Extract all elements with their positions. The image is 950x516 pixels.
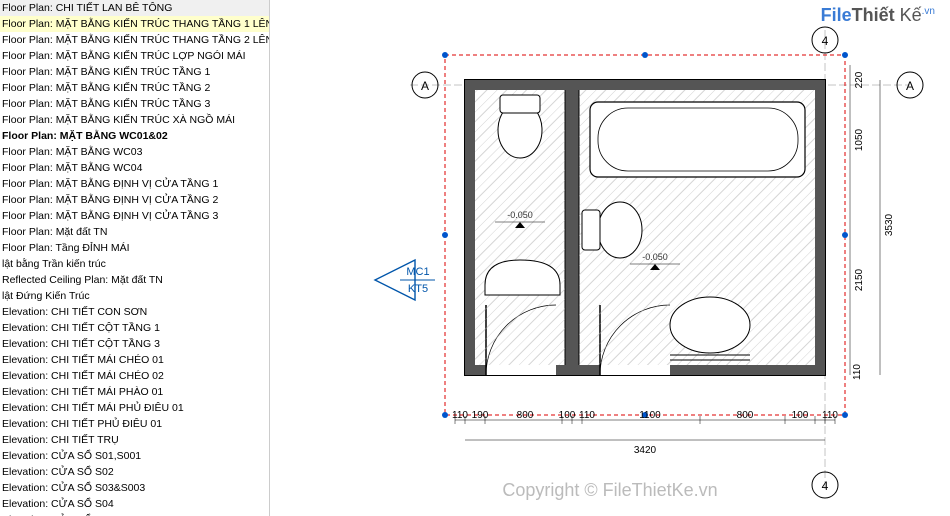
tree-item-32[interactable]: Elevation: CỬA SỔ S05 (0, 512, 269, 516)
tree-item-27[interactable]: Elevation: CHI TIẾT TRỤ (0, 432, 269, 448)
tree-item-20[interactable]: Elevation: CHI TIẾT CỘT TẦNG 1 (0, 320, 269, 336)
tree-item-31[interactable]: Elevation: CỬA SỔ S04 (0, 496, 269, 512)
project-browser[interactable]: Floor Plan: CHI TIẾT LAN BÊ TÔNGFloor Pl… (0, 0, 270, 516)
drawing-canvas[interactable]: FileThiết Kế.vn A A 4 4 (270, 0, 950, 516)
svg-text:110: 110 (852, 364, 863, 380)
tree-item-26[interactable]: Elevation: CHI TIẾT PHỦ ĐIÊU 01 (0, 416, 269, 432)
tree-item-29[interactable]: Elevation: CỬA SỔ S02 (0, 464, 269, 480)
tree-item-30[interactable]: Elevation: CỬA SỔ S03&S003 (0, 480, 269, 496)
svg-text:100: 100 (559, 410, 576, 421)
svg-text:190: 190 (472, 410, 489, 421)
svg-text:2150: 2150 (854, 268, 865, 291)
tree-item-19[interactable]: Elevation: CHI TIẾT CON SƠN (0, 304, 269, 320)
tree-item-23[interactable]: Elevation: CHI TIẾT MÁI CHÉO 02 (0, 368, 269, 384)
tree-item-14[interactable]: Floor Plan: Mặt đất TN (0, 224, 269, 240)
svg-text:220: 220 (854, 71, 865, 88)
grid-bubble-A-left: A (421, 79, 429, 93)
elevation-label-2: -0.050 (642, 252, 668, 262)
svg-text:1050: 1050 (854, 128, 865, 151)
svg-text:KT5: KT5 (408, 283, 428, 295)
tree-item-7[interactable]: Floor Plan: MẶT BẰNG KIẾN TRÚC XÀ NGỒ MÁ… (0, 112, 269, 128)
tree-item-5[interactable]: Floor Plan: MẶT BẰNG KIẾN TRÚC TẦNG 2 (0, 80, 269, 96)
tree-item-0[interactable]: Floor Plan: CHI TIẾT LAN BÊ TÔNG (0, 0, 269, 16)
tree-item-18[interactable]: lật Đứng Kiến Trúc (0, 288, 269, 304)
tree-item-11[interactable]: Floor Plan: MẶT BẰNG ĐỊNH VỊ CỬA TẦNG 1 (0, 176, 269, 192)
svg-text:3530: 3530 (884, 213, 895, 236)
tree-item-21[interactable]: Elevation: CHI TIẾT CỘT TẦNG 3 (0, 336, 269, 352)
elevation-label-1: -0.050 (507, 210, 533, 220)
tree-item-12[interactable]: Floor Plan: MẶT BẰNG ĐỊNH VỊ CỬA TẦNG 2 (0, 192, 269, 208)
svg-text:3420: 3420 (634, 445, 657, 456)
svg-text:800: 800 (517, 410, 534, 421)
watermark: Copyright © FileThietKe.vn (502, 480, 717, 501)
tree-item-1[interactable]: Floor Plan: MẶT BẰNG KIẾN TRÚC THANG TẦN… (0, 16, 269, 32)
svg-text:110: 110 (452, 410, 468, 421)
tree-item-4[interactable]: Floor Plan: MẶT BẰNG KIẾN TRÚC TẦNG 1 (0, 64, 269, 80)
svg-text:110: 110 (579, 410, 595, 421)
floor-plan-svg: A A 4 4 (270, 0, 950, 516)
tree-item-22[interactable]: Elevation: CHI TIẾT MÁI CHÉO 01 (0, 352, 269, 368)
dimensions-bottom: 110 190 800 100 110 1100 800 100 110 342… (452, 410, 838, 456)
grid-bubble-4-bottom: 4 (822, 479, 829, 493)
dimensions-right: 220 1050 2150 110 3530 (850, 65, 895, 380)
tree-item-10[interactable]: Floor Plan: MẶT BẰNG WC04 (0, 160, 269, 176)
grid-bubble-A-right: A (906, 79, 914, 93)
tree-item-13[interactable]: Floor Plan: MẶT BẰNG ĐỊNH VỊ CỬA TẦNG 3 (0, 208, 269, 224)
tree-item-28[interactable]: Elevation: CỬA SỔ S01,S001 (0, 448, 269, 464)
tree-item-8[interactable]: Floor Plan: MẶT BẰNG WC01&02 (0, 128, 269, 144)
section-marker[interactable]: MC1 KT5 (375, 260, 435, 300)
svg-text:110: 110 (822, 410, 838, 421)
tree-item-17[interactable]: Reflected Ceiling Plan: Mặt đất TN (0, 272, 269, 288)
tree-item-25[interactable]: Elevation: CHI TIẾT MÁI PHỦ ĐIÊU 01 (0, 400, 269, 416)
tree-item-3[interactable]: Floor Plan: MẶT BẰNG KIẾN TRÚC LỢP NGÓI … (0, 48, 269, 64)
svg-text:1100: 1100 (639, 410, 661, 421)
tree-item-15[interactable]: Floor Plan: Tầng ĐỈNH MÁI (0, 240, 269, 256)
svg-text:100: 100 (792, 410, 809, 421)
grid-bubble-4-top: 4 (822, 34, 829, 48)
tree-item-2[interactable]: Floor Plan: MẶT BẰNG KIẾN TRÚC THANG TẦN… (0, 32, 269, 48)
svg-text:MC1: MC1 (406, 266, 429, 278)
svg-text:800: 800 (737, 410, 754, 421)
tree-item-9[interactable]: Floor Plan: MẶT BẰNG WC03 (0, 144, 269, 160)
tree-item-16[interactable]: lật bằng Trần kiến trúc (0, 256, 269, 272)
tree-item-24[interactable]: Elevation: CHI TIẾT MÁI PHÀO 01 (0, 384, 269, 400)
tree-item-6[interactable]: Floor Plan: MẶT BẰNG KIẾN TRÚC TẦNG 3 (0, 96, 269, 112)
